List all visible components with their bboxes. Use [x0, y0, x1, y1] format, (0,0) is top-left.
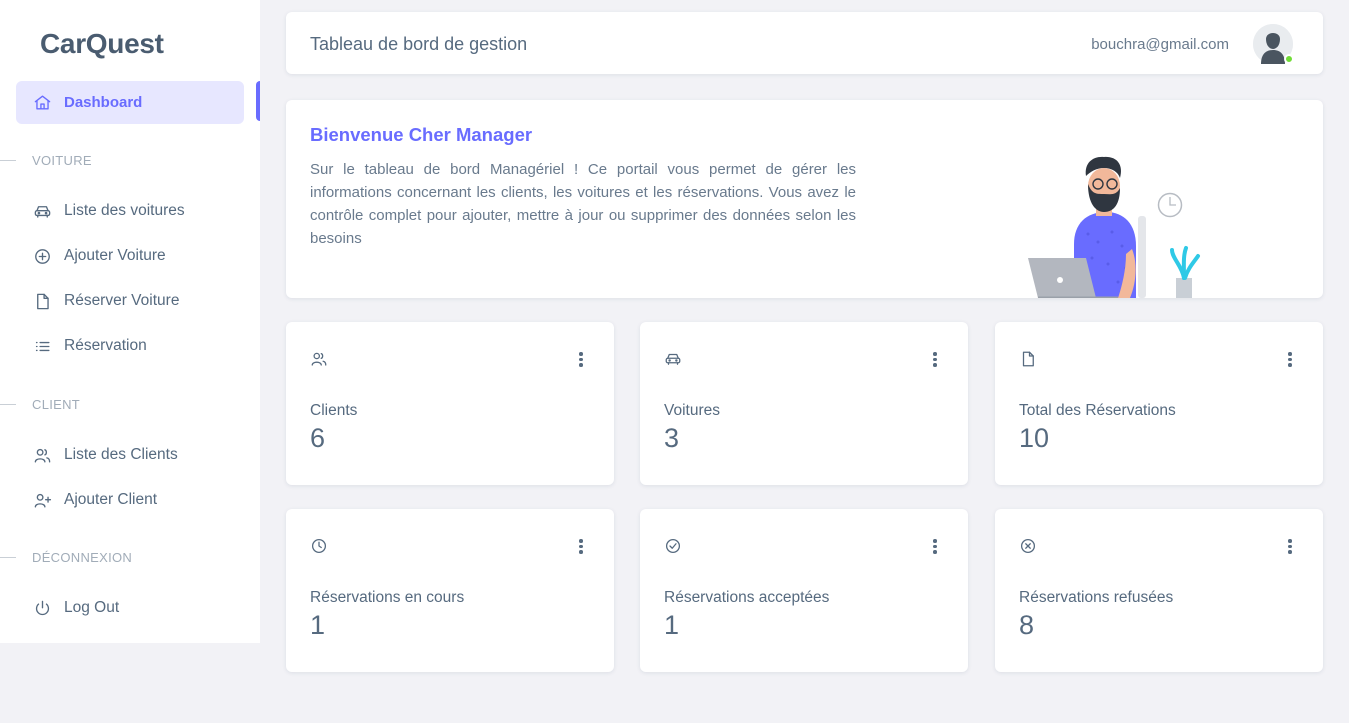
users-icon [32, 445, 52, 465]
top-navbar: Tableau de bord de gestion bouchra@gmail… [286, 12, 1323, 74]
power-icon [32, 598, 52, 618]
car-icon [32, 201, 52, 221]
stat-card-reservations-refusees: Réservations refusées 8 [995, 509, 1323, 672]
sidebar-item-label: Réserver Voiture [64, 292, 180, 309]
stat-card-voitures: Voitures 3 [640, 322, 968, 485]
avatar[interactable] [1253, 24, 1294, 64]
section-header-client: CLIENT [0, 397, 80, 412]
page-title: Tableau de bord de gestion [310, 34, 528, 54]
clock-icon [310, 537, 328, 555]
stat-card-reservations-acceptees: Réservations acceptées 1 [640, 509, 968, 672]
active-indicator [256, 81, 260, 121]
stat-value: 3 [664, 423, 680, 453]
sidebar-item-dashboard[interactable]: Dashboard [16, 81, 244, 124]
sidebar-item-ajouter-voiture[interactable]: Ajouter Voiture [16, 236, 244, 276]
list-icon [32, 336, 52, 356]
more-vertical-icon[interactable] [578, 539, 584, 555]
section-header-deconnexion: DÉCONNEXION [0, 550, 132, 565]
stat-label: Voitures [664, 402, 721, 419]
sidebar-item-label: Liste des voitures [64, 202, 185, 219]
sidebar-item-label: Liste des Clients [64, 446, 178, 463]
sidebar-item-label: Log Out [64, 599, 120, 616]
stat-label: Réservations en cours [310, 589, 465, 606]
brand-logo[interactable]: CarQuest [40, 28, 164, 60]
more-vertical-icon[interactable] [932, 539, 938, 555]
online-status-dot [1284, 54, 1294, 64]
section-header-voiture: VOITURE [0, 153, 92, 168]
stat-value: 1 [310, 610, 326, 640]
more-vertical-icon[interactable] [578, 352, 584, 368]
user-email: bouchra@gmail.com [1091, 36, 1229, 53]
stat-value: 10 [1019, 423, 1050, 453]
car-icon [664, 350, 682, 368]
sidebar-item-label: Ajouter Client [64, 491, 158, 508]
stat-label: Réservations acceptées [664, 589, 830, 606]
sidebar-item-logout[interactable]: Log Out [16, 588, 244, 628]
sidebar-item-label: Dashboard [64, 94, 143, 111]
check-circle-icon [664, 537, 682, 555]
user-plus-icon [32, 490, 52, 510]
more-vertical-icon[interactable] [1287, 352, 1293, 368]
x-circle-icon [1019, 537, 1037, 555]
users-icon [310, 350, 328, 368]
home-icon [32, 93, 52, 113]
stat-card-clients: Clients 6 [286, 322, 614, 485]
stat-label: Total des Réservations [1019, 402, 1176, 419]
stat-label: Clients [310, 402, 358, 419]
welcome-text: Sur le tableau de bord Managériel ! Ce p… [310, 161, 856, 247]
stat-card-total-reservations: Total des Réservations 10 [995, 322, 1323, 485]
more-vertical-icon[interactable] [1287, 539, 1293, 555]
stat-card-reservations-en-cours: Réservations en cours 1 [286, 509, 614, 672]
sidebar-item-label: Réservation [64, 337, 147, 354]
more-vertical-icon[interactable] [932, 352, 938, 368]
sidebar-item-reservation[interactable]: Réservation [16, 326, 244, 366]
sidebar-item-ajouter-client[interactable]: Ajouter Client [16, 480, 244, 520]
stat-value: 6 [310, 423, 326, 453]
stat-value: 1 [664, 610, 680, 640]
stat-label: Réservations refusées [1019, 589, 1174, 606]
manager-illustration [1028, 156, 1200, 298]
welcome-title: Bienvenue Cher Manager [310, 124, 533, 145]
stat-value: 8 [1019, 610, 1035, 640]
sidebar-item-reserver-voiture[interactable]: Réserver Voiture [16, 281, 244, 321]
plus-circle-icon [32, 246, 52, 266]
sidebar-item-liste-clients[interactable]: Liste des Clients [16, 435, 244, 475]
welcome-card: Bienvenue Cher Manager Sur le tableau de… [286, 100, 1323, 298]
sidebar: CarQuest Dashboard VOITURE Liste des voi… [0, 0, 260, 643]
sidebar-item-label: Ajouter Voiture [64, 247, 166, 264]
file-icon [32, 291, 52, 311]
sidebar-item-liste-voitures[interactable]: Liste des voitures [16, 191, 244, 231]
file-icon [1019, 350, 1037, 368]
